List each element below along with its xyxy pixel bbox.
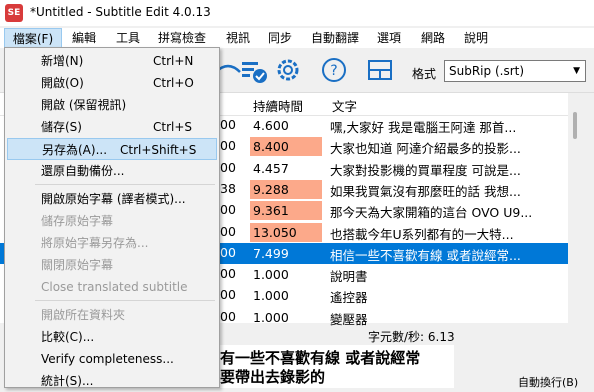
menu-statistics[interactable]: 統計(S)... [7,370,217,392]
window-title: *Untitled - Subtitle Edit 4.0.13 [30,5,211,19]
subtitle-preview[interactable]: 有一些不喜歡有線 或者說經常 要帶出去錄影的 [214,345,454,388]
text-cell: 嘿,大家好 我是電腦王阿達 那首... [330,120,517,135]
menu-item-shortcut: Ctrl+Shift+S [120,143,197,157]
menu-bar: 檔案(F) 編輯 工具 拼寫檢查 視訊 同步 自動翻譯 選項 網路 說明 [0,28,594,48]
help-icon[interactable]: ? [320,56,348,84]
menu-network[interactable]: 網路 [421,28,445,48]
menu-open-folder: 開啟所在資料夾 [7,304,217,326]
menu-item-shortcut: Ctrl+O [153,76,194,90]
text-cell: 相信一些不喜歡有線 或者說經常... [330,247,521,263]
menu-item-label: 將原始字幕另存為... [41,236,149,250]
duration-cell: 9.288 [250,179,322,199]
text-cell: 遙控器 [330,290,368,306]
menu-spellcheck[interactable]: 拼寫檢查 [158,28,206,48]
menu-item-label: 還原自動備份... [41,164,125,178]
menu-open[interactable]: 開啟(O) Ctrl+O [7,72,217,94]
text-cell: 也搭載今年U系列都有的一大特... [330,226,514,242]
menu-save-as[interactable]: 另存為(A)... Ctrl+Shift+S [7,138,217,160]
text-cell: 如果我買氣沒有那麼旺的話 我想... [330,183,521,199]
duration-cell: 7.499 [253,245,289,261]
menu-tools[interactable]: 工具 [116,28,140,48]
duration-cell: 4.600 [253,118,289,133]
preview-line-1: 有一些不喜歡有線 或者說經常 [220,349,421,367]
menu-open-original[interactable]: 開啟原始字幕 (譯者模式)... [7,188,217,210]
start-time-cell: 00 [220,266,236,282]
start-time-cell: 00 [220,202,236,218]
menu-item-label: 新增(N) [41,54,84,68]
menu-item-label: 比較(C)... [41,330,95,344]
menu-auto-translate[interactable]: 自動翻譯 [311,28,359,48]
duration-cell: 13.050 [250,222,322,242]
menu-item-label: 儲存原始字幕 [41,214,114,228]
duration-cell: 1.000 [253,288,289,304]
menu-edit[interactable]: 編輯 [72,28,96,48]
menu-item-label: 關閉原始字幕 [41,258,114,272]
menu-close-original: 關閉原始字幕 [7,254,217,276]
text-cell: 說明書 [330,269,368,285]
title-bar: SE *Untitled - Subtitle Edit 4.0.13 [0,0,594,26]
menu-item-shortcut: Ctrl+S [153,120,193,134]
menu-save-original-as: 將原始字幕另存為... [7,232,217,254]
duration-cell: 1.000 [253,309,289,325]
start-time-cell: 38 [220,180,236,196]
spellcheck-icon[interactable] [240,56,268,84]
start-time-cell: 00 [220,287,236,303]
start-time-cell: 00 [220,244,236,260]
start-time-cell: 00 [220,223,236,239]
menu-separator [35,300,215,301]
column-text-header[interactable]: 文字 [332,96,357,115]
menu-item-label: 統計(S)... [41,374,94,388]
menu-item-label: 開啟所在資料夾 [41,308,126,322]
menu-save[interactable]: 儲存(S) Ctrl+S [7,116,217,138]
menu-compare[interactable]: 比較(C)... [7,326,217,348]
menu-item-label: 儲存(S) [41,120,82,134]
duration-cell: 1.000 [253,267,289,283]
layout-icon[interactable] [366,56,394,84]
start-time-cell: 00 [220,138,236,154]
settings-icon[interactable] [274,56,302,84]
menu-item-label: Verify completeness... [41,352,174,366]
start-time-cell: 00 [220,308,236,324]
menu-sync[interactable]: 同步 [268,28,292,48]
menu-verify-completeness[interactable]: Verify completeness... [7,348,217,370]
menu-help[interactable]: 說明 [464,28,488,48]
start-time-cell: 00 [220,159,236,175]
menu-video[interactable]: 視訊 [226,28,250,48]
menu-item-label: 另存為(A)... [42,143,108,157]
menu-item-label: Close translated subtitle [41,280,188,294]
format-label: 格式 [412,67,437,81]
menu-new[interactable]: 新增(N) Ctrl+N [7,50,217,72]
menu-separator [35,184,215,185]
chars-per-second: 字元數/秒: 6.13 [368,330,455,344]
preview-line-2: 要帶出去錄影的 [220,368,326,386]
app-logo-icon: SE [5,4,23,22]
menu-save-original: 儲存原始字幕 [7,210,217,232]
menu-restore-backup[interactable]: 還原自動備份... [7,160,217,182]
menu-item-shortcut: Ctrl+N [153,54,194,68]
svg-text:?: ? [330,63,337,79]
text-cell: 大家對投影機的買單程度 可說是... [330,162,521,178]
chevron-down-icon: ▼ [573,66,580,76]
duration-cell: 4.457 [253,160,289,176]
column-duration-header[interactable]: 持續時間 [253,96,303,115]
file-menu-dropdown: 新增(N) Ctrl+N 開啟(O) Ctrl+O 開啟 (保留視訊) 儲存(S) Ctrl… [4,47,220,388]
format-select[interactable]: SubRip (.srt) ▼ [444,60,586,82]
menu-item-label: 開啟(O) [41,76,84,90]
text-cell: 那今天為大家開箱的這台 OVO U9... [330,205,533,221]
menu-item-label: 開啟原始字幕 (譯者模式)... [41,192,186,206]
menu-item-label: 開啟 (保留視訊) [41,98,127,112]
text-cell: 大家也知道 阿達介紹最多的投影... [330,141,521,157]
menu-file[interactable]: 檔案(F) [4,28,62,48]
start-time-cell: 00 [220,117,236,132]
format-value: SubRip (.srt) [449,64,525,78]
scrollbar-thumb[interactable] [573,112,577,139]
duration-cell: 8.400 [250,137,322,157]
duration-cell: 9.361 [250,201,322,221]
menu-options[interactable]: 選項 [377,28,401,48]
menu-open-keep-video[interactable]: 開啟 (保留視訊) [7,94,217,116]
grid-scrollbar[interactable] [568,93,586,323]
menu-close-translated: Close translated subtitle [7,276,217,298]
text-cell: 變壓器 [330,311,368,327]
